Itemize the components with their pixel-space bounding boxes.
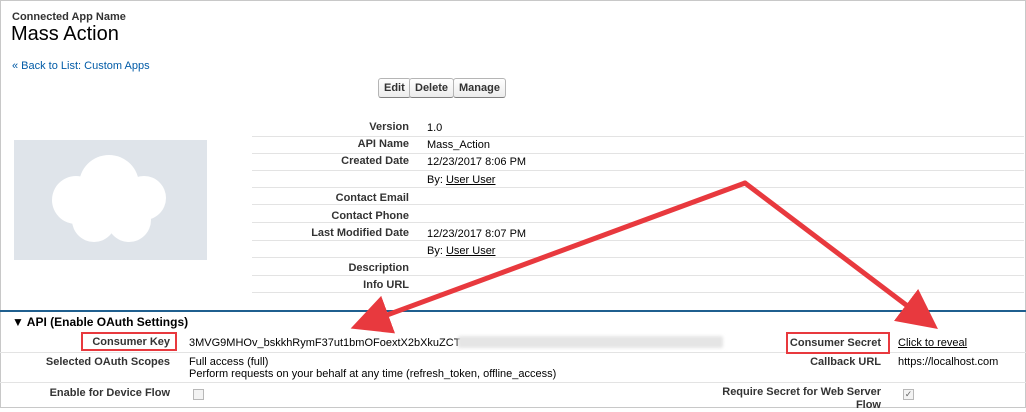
callback-url-label: Callback URL bbox=[810, 356, 881, 368]
cloud-logo bbox=[52, 155, 166, 242]
version-value: 1.0 bbox=[427, 122, 443, 134]
consumer-secret-label: Consumer Secret bbox=[789, 337, 881, 349]
detail-row-modified-by bbox=[252, 240, 1024, 258]
require-secret-label-line2: Flow bbox=[855, 399, 881, 411]
click-to-reveal-link[interactable]: Click to reveal bbox=[898, 337, 967, 349]
version-label: Version bbox=[369, 121, 409, 133]
contact-phone-label: Contact Phone bbox=[331, 210, 409, 222]
back-to-list-link[interactable]: « Back to List: Custom Apps bbox=[12, 60, 150, 72]
manage-button[interactable]: Manage bbox=[453, 78, 506, 98]
device-flow-checkbox[interactable] bbox=[193, 389, 204, 400]
consumer-key-value: 3MVG9MHOv_bskkhRymF37ut1bmOFoextX2bXkuZC… bbox=[189, 337, 461, 349]
info-url-label: Info URL bbox=[363, 279, 409, 291]
edit-button[interactable]: Edit bbox=[378, 78, 411, 98]
detail-row-created-by bbox=[252, 170, 1024, 188]
consumer-key-redacted bbox=[458, 336, 723, 348]
created-date-label: Created Date bbox=[341, 155, 409, 167]
api-section-title: API (Enable OAuth Settings) bbox=[26, 315, 189, 329]
scope-refresh-token: Perform requests on your behalf at any t… bbox=[189, 368, 557, 380]
api-section-header[interactable]: ▼ API (Enable OAuth Settings) bbox=[12, 315, 188, 329]
consumer-key-label: Consumer Key bbox=[92, 336, 170, 348]
created-by: By: User User bbox=[427, 174, 495, 186]
triangle-down-icon: ▼ bbox=[12, 315, 24, 329]
detail-row-version bbox=[252, 119, 1024, 137]
description-label: Description bbox=[348, 262, 409, 274]
modified-by: By: User User bbox=[427, 245, 495, 257]
created-by-prefix: By: bbox=[427, 174, 443, 186]
modified-by-user-link[interactable]: User User bbox=[446, 245, 496, 257]
api-name-value: Mass_Action bbox=[427, 139, 490, 151]
check-icon: ✓ bbox=[904, 389, 913, 399]
scopes-label: Selected OAuth Scopes bbox=[45, 356, 170, 368]
page-title: Mass Action bbox=[11, 23, 119, 45]
last-modified-value: 12/23/2017 8:07 PM bbox=[427, 228, 527, 240]
last-modified-label: Last Modified Date bbox=[311, 227, 409, 239]
require-secret-label: Require Secret for Web Server Flow bbox=[722, 386, 881, 412]
scope-full-access: Full access (full) bbox=[189, 356, 269, 368]
require-secret-label-line1: Require Secret for Web Server bbox=[722, 386, 881, 398]
device-flow-label: Enable for Device Flow bbox=[49, 387, 170, 399]
modified-by-prefix: By: bbox=[427, 245, 443, 257]
require-secret-checkbox[interactable]: ✓ bbox=[903, 389, 914, 400]
api-name-label: API Name bbox=[357, 138, 409, 150]
created-date-value: 12/23/2017 8:06 PM bbox=[427, 156, 527, 168]
contact-email-label: Contact Email bbox=[335, 192, 409, 204]
page-subtitle: Connected App Name bbox=[12, 11, 126, 23]
delete-button[interactable]: Delete bbox=[409, 78, 455, 98]
section-divider bbox=[0, 310, 1026, 312]
app-logo bbox=[14, 140, 207, 260]
callback-url-value: https://localhost.com bbox=[898, 356, 999, 368]
created-by-user-link[interactable]: User User bbox=[446, 174, 496, 186]
